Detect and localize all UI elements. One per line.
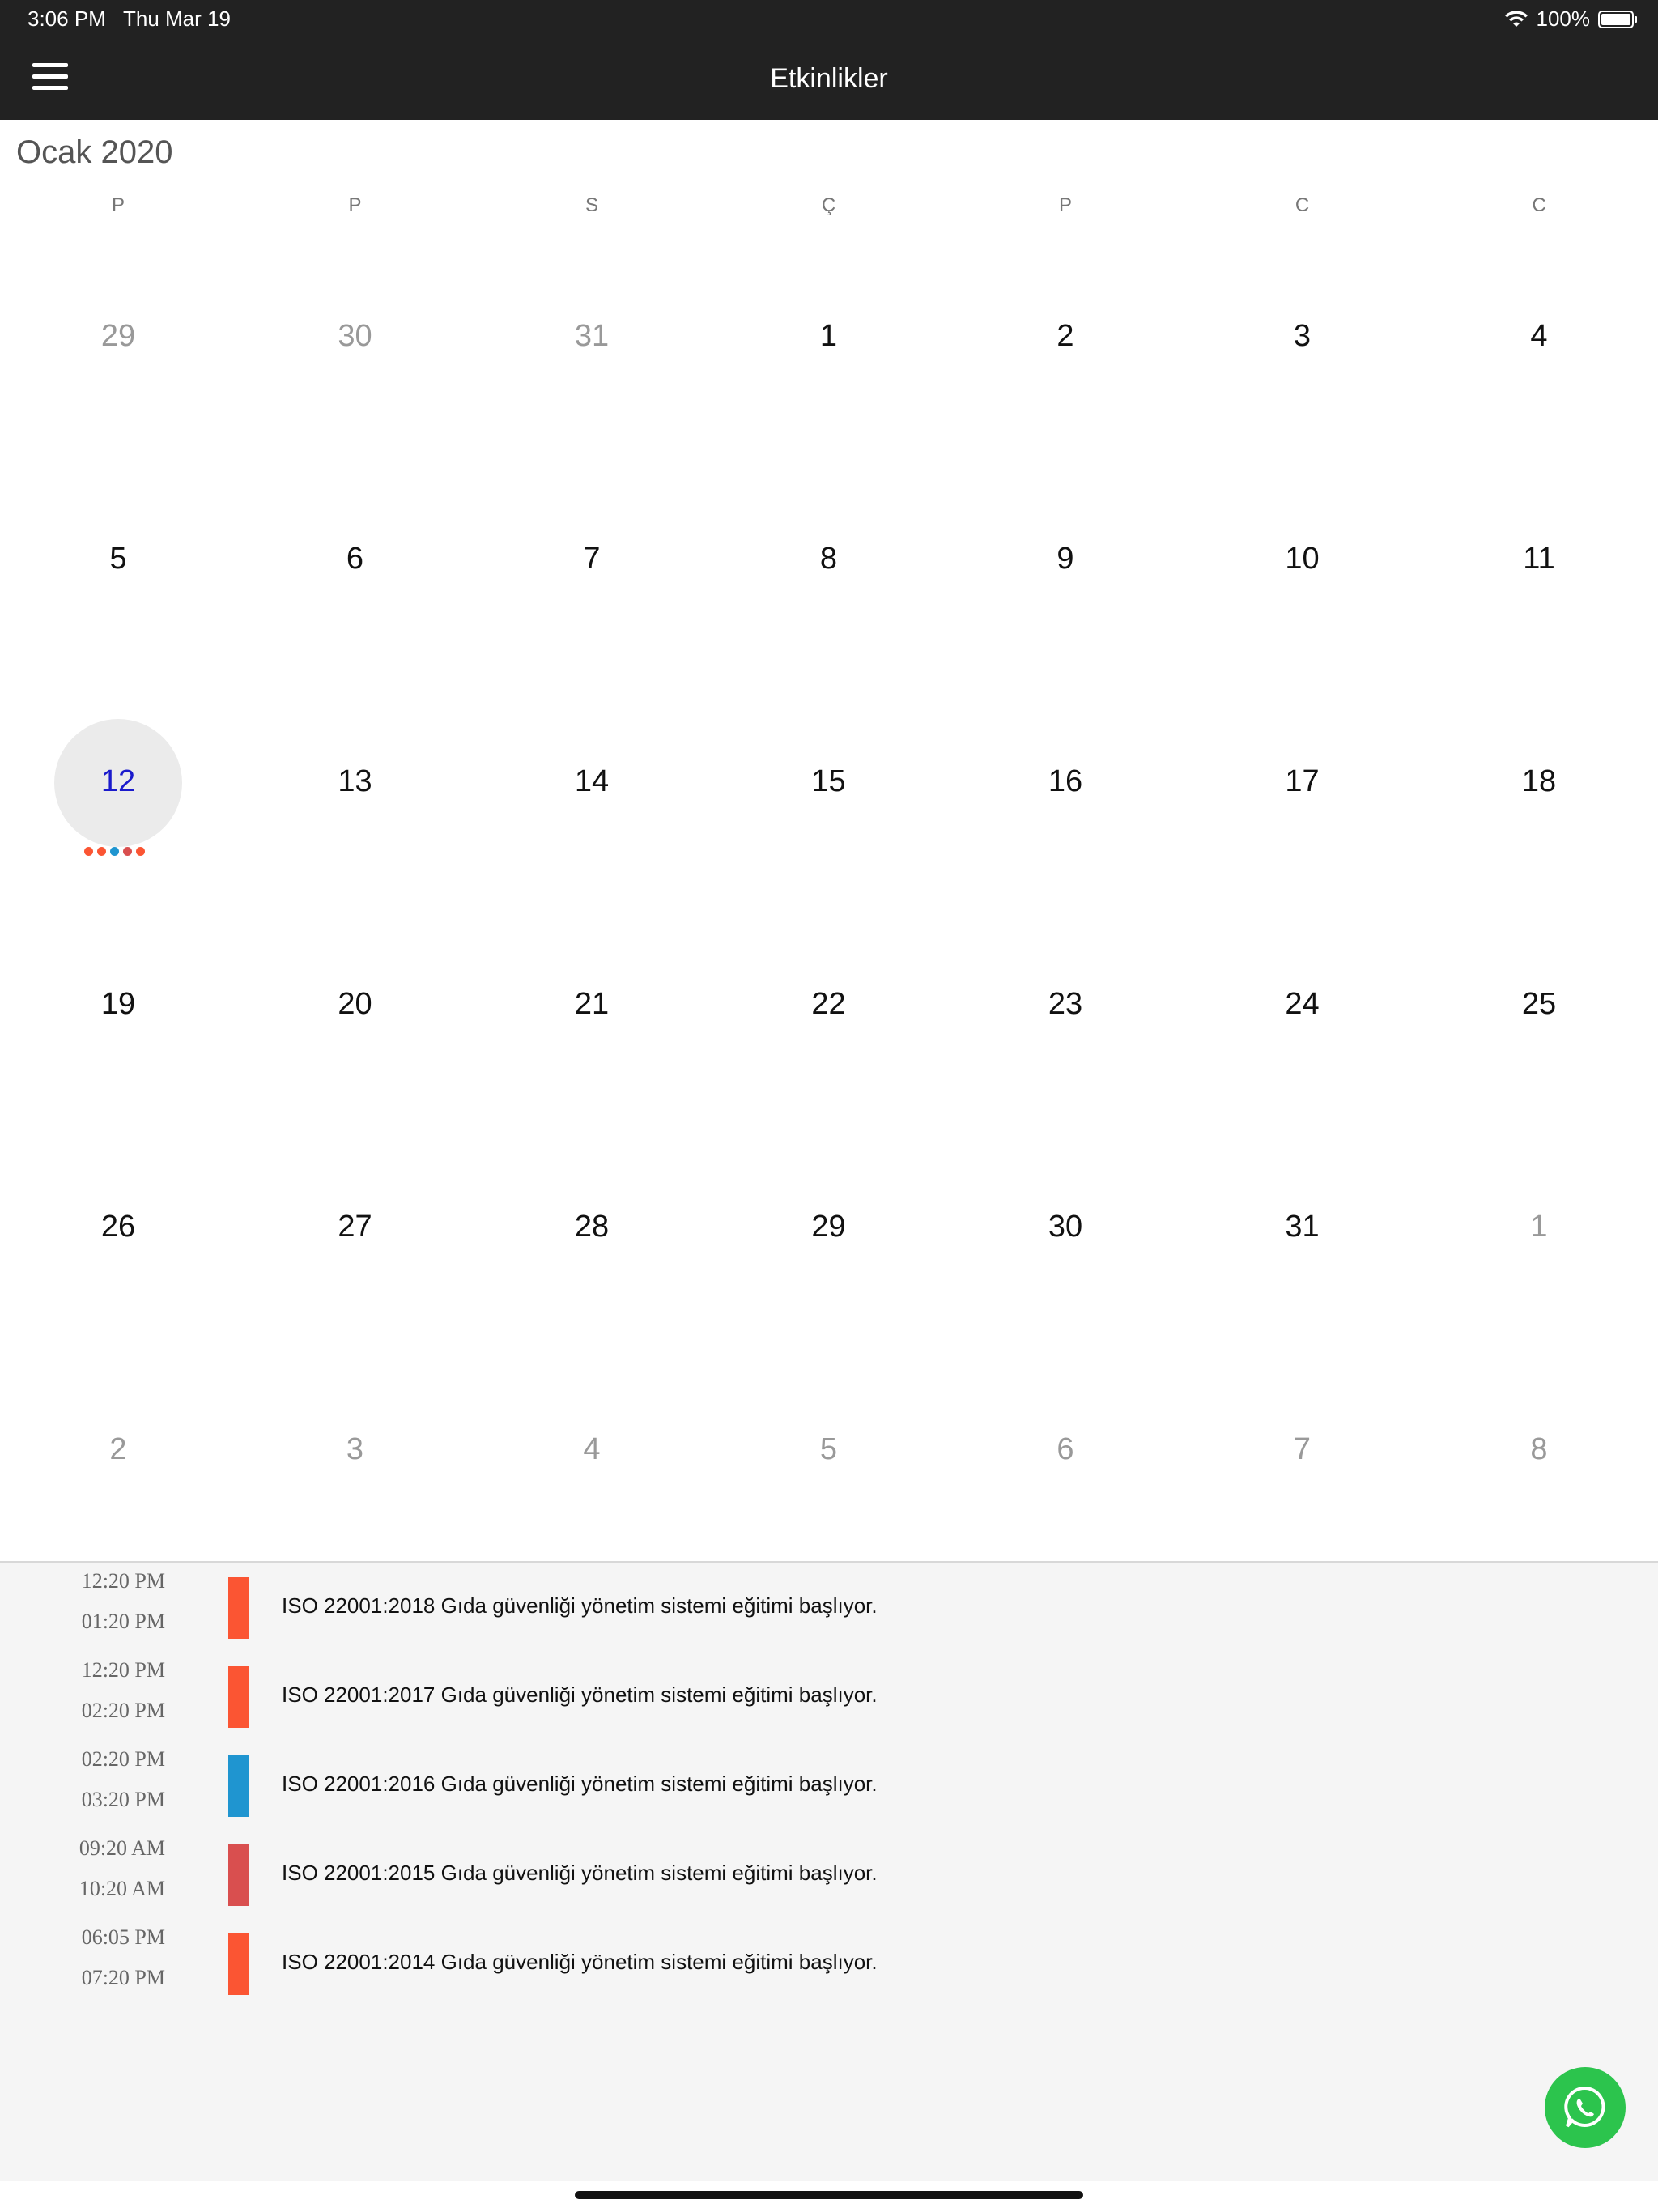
weekday-label: P xyxy=(111,194,125,216)
day-cell[interactable]: 8 xyxy=(711,494,947,623)
month-title: Ocak 2020 xyxy=(16,134,173,170)
day-cell[interactable]: 20 xyxy=(237,939,474,1069)
day-cell[interactable]: 24 xyxy=(1184,939,1421,1069)
event-dot xyxy=(97,847,106,856)
day-cell[interactable]: 1 xyxy=(711,271,947,401)
event-list: 12:20 PM 01:20 PM ISO 22001:2018 Gıda güve… xyxy=(0,1563,1658,2181)
event-row[interactable]: 02:20 PM 03:20 PM ISO 22001:2016 Gıda güve… xyxy=(0,1747,1658,1828)
day-cell[interactable]: 21 xyxy=(474,939,710,1069)
event-end-time: 01:20 PM xyxy=(81,1610,165,1633)
event-start-time: 12:20 PM xyxy=(81,1569,165,1593)
day-cell[interactable]: 16 xyxy=(947,717,1184,846)
event-start-time: 12:20 PM xyxy=(81,1658,165,1682)
day-cell[interactable]: 1 xyxy=(1421,1162,1657,1291)
weekday-label: C xyxy=(1532,194,1546,216)
status-date: Thu Mar 19 xyxy=(123,6,231,31)
day-cell[interactable]: 23 xyxy=(947,939,1184,1069)
weekday-label: C xyxy=(1295,194,1310,216)
event-end-time: 07:20 PM xyxy=(81,1966,165,1989)
day-cell[interactable]: 17 xyxy=(1184,717,1421,846)
day-cell[interactable]: 29 xyxy=(0,271,236,401)
day-cell[interactable]: 11 xyxy=(1421,494,1657,623)
day-cell[interactable]: 27 xyxy=(237,1162,474,1291)
event-title: ISO 22001:2018 Gıda güvenliği yönetim si… xyxy=(282,1593,878,1618)
day-cell[interactable]: 26 xyxy=(0,1162,236,1291)
event-color-bar xyxy=(228,1577,249,1639)
day-cell[interactable]: 7 xyxy=(474,494,710,623)
day-cell[interactable]: 22 xyxy=(711,939,947,1069)
event-row[interactable]: 12:20 PM 02:20 PM ISO 22001:2017 Gıda güve… xyxy=(0,1658,1658,1739)
event-end-time: 10:20 AM xyxy=(79,1877,165,1900)
event-end-time: 02:20 PM xyxy=(81,1699,165,1722)
day-cell[interactable]: 9 xyxy=(947,494,1184,623)
day-cell[interactable]: 31 xyxy=(1184,1162,1421,1291)
event-start-time: 02:20 PM xyxy=(81,1747,165,1771)
status-time: 3:06 PM xyxy=(28,6,106,31)
day-cell[interactable]: 28 xyxy=(474,1162,710,1291)
event-row[interactable]: 09:20 AM 10:20 AM ISO 22001:2015 Gıda güve… xyxy=(0,1836,1658,1917)
event-dot xyxy=(84,847,93,856)
event-title: ISO 22001:2014 Gıda güvenliği yönetim si… xyxy=(282,1950,878,1974)
status-indicators: 100% xyxy=(1504,6,1637,32)
day-cell[interactable]: 25 xyxy=(1421,939,1657,1069)
weekday-label: Ç xyxy=(821,194,836,216)
weekday-label: P xyxy=(1058,194,1072,216)
day-cell[interactable]: 6 xyxy=(237,494,474,623)
event-color-bar xyxy=(228,1844,249,1906)
day-cell[interactable]: 19 xyxy=(0,939,236,1069)
day-cell[interactable]: 4 xyxy=(1421,271,1657,401)
event-end-time: 03:20 PM xyxy=(81,1788,165,1811)
event-title: ISO 22001:2017 Gıda güvenliği yönetim si… xyxy=(282,1682,878,1707)
selected-day-cell[interactable]: 12 xyxy=(0,717,236,846)
event-row[interactable]: 12:20 PM 01:20 PM ISO 22001:2018 Gıda güve… xyxy=(0,1569,1658,1650)
wifi-icon xyxy=(1504,10,1528,27)
battery-percent: 100% xyxy=(1536,6,1591,31)
whatsapp-icon xyxy=(1564,2086,1605,2128)
top-bar: 3:06 PM Thu Mar 19 100% Etkinlikler xyxy=(0,0,1658,120)
day-cell[interactable]: 29 xyxy=(711,1162,947,1291)
day-cell[interactable]: 8 xyxy=(1421,1385,1657,1514)
day-cell[interactable]: 7 xyxy=(1184,1385,1421,1514)
event-title: ISO 22001:2015 Gıda güvenliği yönetim si… xyxy=(282,1861,878,1885)
day-cell[interactable]: 4 xyxy=(474,1385,710,1514)
day-cell[interactable]: 31 xyxy=(474,271,710,401)
event-dot xyxy=(110,847,119,856)
event-color-bar xyxy=(228,1755,249,1817)
event-dot xyxy=(136,847,145,856)
event-row[interactable]: 06:05 PM 07:20 PM ISO 22001:2014 Gıda güve… xyxy=(0,1925,1658,2006)
weekday-label: S xyxy=(585,194,598,216)
event-color-bar xyxy=(228,1933,249,1995)
event-dot xyxy=(123,847,132,856)
whatsapp-button[interactable] xyxy=(1545,2067,1626,2148)
day-cell[interactable]: 6 xyxy=(947,1385,1184,1514)
day-cell[interactable]: 30 xyxy=(947,1162,1184,1291)
day-cell[interactable]: 13 xyxy=(237,717,474,846)
day-cell[interactable]: 18 xyxy=(1421,717,1657,846)
day-cell[interactable]: 14 xyxy=(474,717,710,846)
weekday-label: P xyxy=(348,194,362,216)
day-cell[interactable]: 2 xyxy=(947,271,1184,401)
event-start-time: 09:20 AM xyxy=(79,1836,165,1860)
day-cell[interactable]: 2 xyxy=(0,1385,236,1514)
battery-icon xyxy=(1598,10,1637,28)
day-cell[interactable]: 10 xyxy=(1184,494,1421,623)
day-cell[interactable]: 5 xyxy=(711,1385,947,1514)
day-cell[interactable]: 30 xyxy=(237,271,474,401)
event-start-time: 06:05 PM xyxy=(81,1925,165,1949)
event-title: ISO 22001:2016 Gıda güvenliği yönetim si… xyxy=(282,1772,878,1796)
day-cell[interactable]: 15 xyxy=(711,717,947,846)
home-indicator xyxy=(575,2191,1083,2199)
event-color-bar xyxy=(228,1666,249,1728)
event-dots xyxy=(84,847,145,856)
day-cell[interactable]: 3 xyxy=(237,1385,474,1514)
day-cell[interactable]: 5 xyxy=(0,494,236,623)
page-title: Etkinlikler xyxy=(770,63,888,94)
day-cell[interactable]: 3 xyxy=(1184,271,1421,401)
